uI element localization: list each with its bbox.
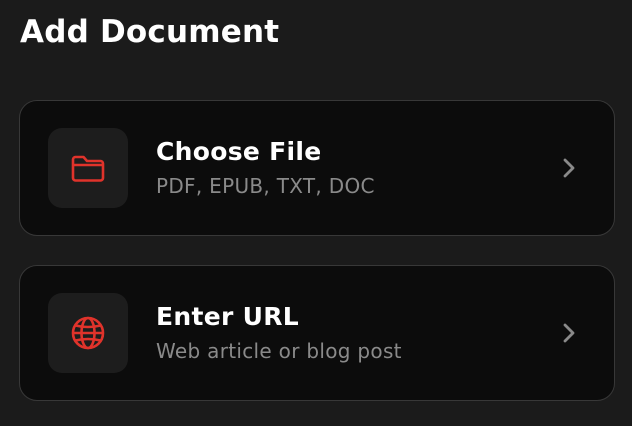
- chevron-right-icon: [563, 323, 575, 343]
- choose-file-title: Choose File: [156, 137, 322, 166]
- choose-file-subtitle: PDF, EPUB, TXT, DOC: [156, 174, 375, 198]
- enter-url-icon-tile: [48, 293, 128, 373]
- chevron-right-icon: [563, 158, 575, 178]
- globe-icon: [71, 316, 105, 350]
- choose-file-button[interactable]: Choose File PDF, EPUB, TXT, DOC: [19, 100, 615, 236]
- choose-file-icon-tile: [48, 128, 128, 208]
- enter-url-text: Enter URL Web article or blog post: [156, 302, 402, 364]
- folder-icon: [71, 155, 105, 182]
- choose-file-text: Choose File PDF, EPUB, TXT, DOC: [156, 137, 375, 199]
- enter-url-title: Enter URL: [156, 302, 299, 331]
- enter-url-subtitle: Web article or blog post: [156, 339, 402, 363]
- enter-url-button[interactable]: Enter URL Web article or blog post: [19, 265, 615, 401]
- add-document-screen: Add Document Choose File PDF, EPUB, TXT,…: [0, 0, 632, 426]
- page-title: Add Document: [20, 14, 280, 50]
